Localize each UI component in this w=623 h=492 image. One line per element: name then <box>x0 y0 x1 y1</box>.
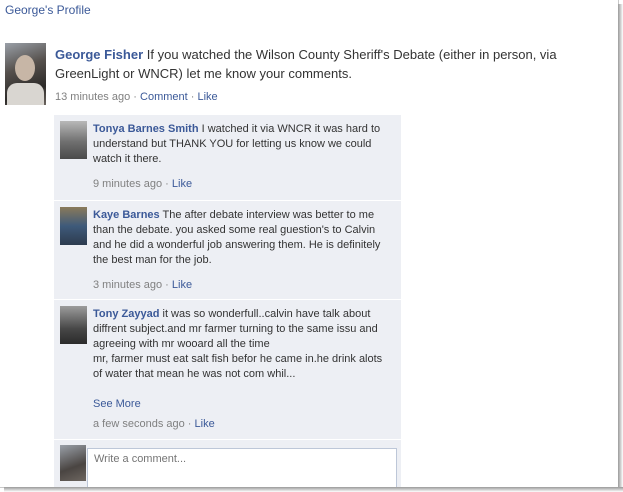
post-author-name[interactable]: George Fisher <box>55 47 143 62</box>
profile-link[interactable]: George's Profile <box>5 3 91 17</box>
comment-item: Tonya Barnes Smith I watched it via WNCR… <box>54 115 401 201</box>
comment-meta: 3 minutes ago · Like <box>93 279 192 291</box>
post-meta: 13 minutes ago · Comment · Like <box>55 91 218 103</box>
comment-like-link[interactable]: Like <box>172 178 192 190</box>
commenter-avatar[interactable] <box>60 207 87 245</box>
see-more-link[interactable]: See More <box>93 398 141 410</box>
separator: · <box>165 279 169 291</box>
commenter-name[interactable]: Tony Zayyad <box>93 308 159 320</box>
like-link[interactable]: Like <box>198 91 218 103</box>
current-user-avatar <box>60 445 86 481</box>
avatar-face <box>15 55 35 81</box>
separator: · <box>190 91 195 103</box>
comment-time: 3 minutes ago <box>93 279 163 291</box>
commenter-name[interactable]: Tonya Barnes Smith <box>93 123 199 135</box>
separator: · <box>133 91 137 103</box>
separator: · <box>187 418 192 430</box>
commenter-name[interactable]: Kaye Barnes <box>93 209 160 221</box>
comment-body: Tonya Barnes Smith I watched it via WNCR… <box>93 122 393 167</box>
comment-input[interactable] <box>88 449 390 469</box>
comment-text-continued: mr, farmer must eat salt fish befor he c… <box>93 353 383 380</box>
comment-body: Kaye Barnes The after debate interview w… <box>93 208 393 268</box>
post-author-avatar[interactable] <box>5 43 46 105</box>
separator: · <box>165 178 169 190</box>
comment-time: 9 minutes ago <box>93 178 163 190</box>
comment-item: Tony Zayyad it was so wonderfull..calvin… <box>54 300 401 440</box>
comment-time: a few seconds ago <box>93 418 185 430</box>
comment-input-box[interactable] <box>87 448 397 490</box>
comment-meta: 9 minutes ago · Like <box>93 178 192 190</box>
comment-item: Kaye Barnes The after debate interview w… <box>54 201 401 300</box>
frame-shadow-right <box>618 4 623 492</box>
post-body: George Fisher If you watched the Wilson … <box>55 45 610 83</box>
comment-like-link[interactable]: Like <box>195 418 215 430</box>
frame-shadow-bottom <box>4 487 623 492</box>
commenter-avatar[interactable] <box>60 306 87 344</box>
post-time: 13 minutes ago <box>55 91 131 103</box>
comment-link[interactable]: Comment <box>140 91 188 103</box>
page-frame: George's Profile George Fisher If you wa… <box>0 0 619 490</box>
comment-meta: a few seconds ago · Like <box>93 418 215 430</box>
comment-body: Tony Zayyad it was so wonderfull..calvin… <box>93 307 393 382</box>
avatar-shirt <box>7 83 44 105</box>
comment-like-link[interactable]: Like <box>172 279 192 291</box>
commenter-avatar[interactable] <box>60 121 87 159</box>
